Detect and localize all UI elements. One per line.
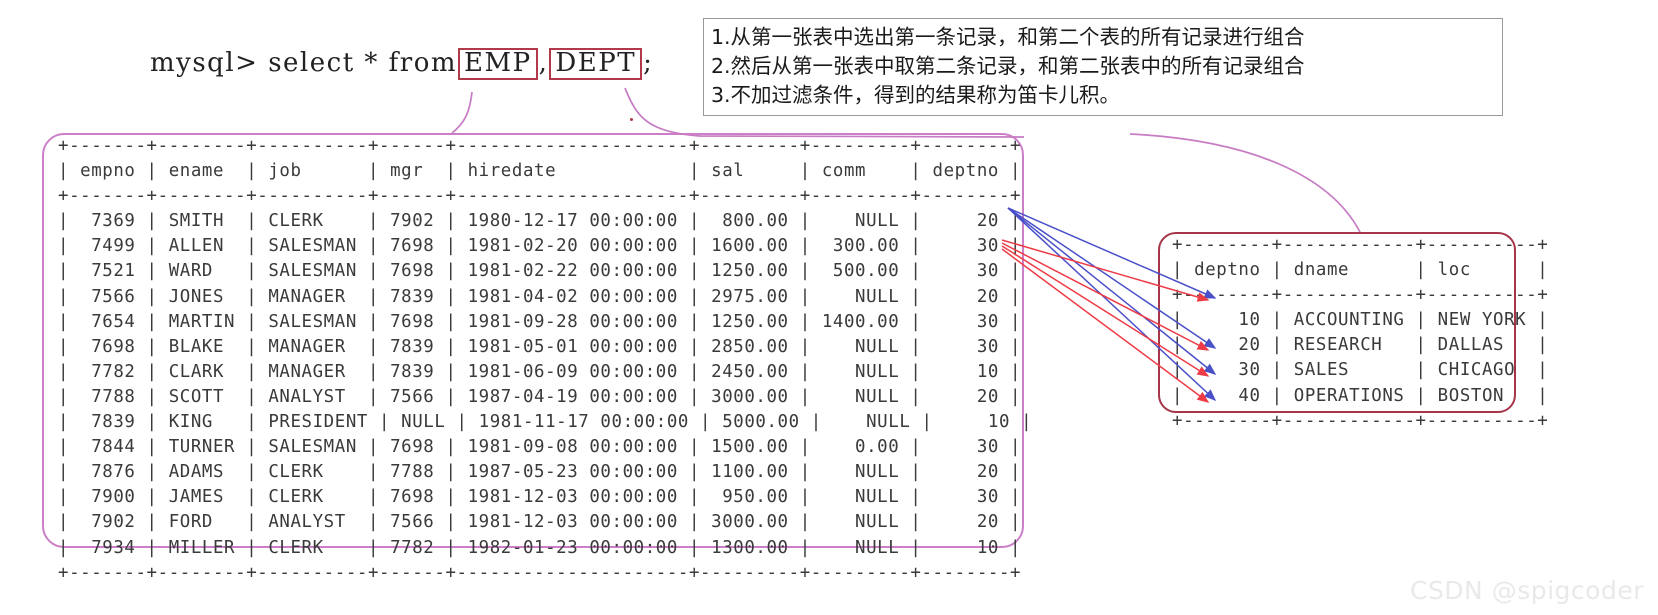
emp-result-table: +-------+--------+----------+------+----… [58,136,1033,583]
emp-table-highlight: EMP [458,48,538,81]
sql-comma: , [538,48,549,78]
connector-emp [451,91,473,134]
note-line-2: 2.然后从第一张表中取第二条记录，和第二张表中的所有记录组合 [711,54,1305,79]
note-line-3: 3.不加过滤条件，得到的结果称为笛卡儿积。 [711,83,1121,108]
sql-prompt-prefix: mysql> select * from [150,48,458,78]
connector-note-to-dept [1129,133,1361,233]
dept-result-table: +--------+------------+----------+ | dep… [1172,235,1549,431]
watermark: CSDN @spigcoder [1409,576,1644,605]
note-line-1: 1.从第一张表中选出第一条记录，和第二个表的所有记录进行组合 [711,25,1305,49]
explanation-note-box: 1.从第一张表中选出第一条记录，和第二个表的所有记录进行组合 2.然后从第一张表… [703,18,1503,117]
sql-prompt-line: mysql> select * from EMP, DEPT; [150,48,654,81]
stray-dot-artifact [630,118,633,121]
dept-table-highlight: DEPT [549,48,643,81]
sql-terminator: ; [643,48,654,78]
